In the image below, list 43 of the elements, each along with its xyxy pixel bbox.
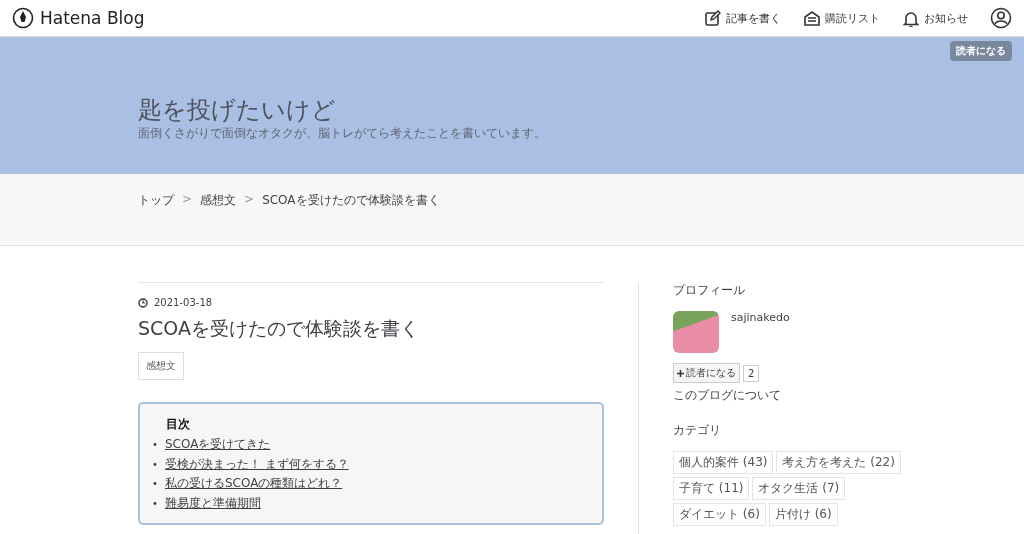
pen-nib-icon [12, 7, 34, 29]
breadcrumb-link[interactable]: 感想文 [200, 192, 237, 227]
category-link[interactable]: 子育て (11) [673, 477, 750, 500]
site-logo[interactable]: Hatena Blog [12, 7, 145, 29]
edit-icon [704, 9, 721, 27]
category-link[interactable]: 片付け (6) [768, 503, 838, 526]
user-icon[interactable] [990, 7, 1012, 29]
toc-link[interactable]: SCOAを受けてきた [164, 435, 271, 455]
inbox-icon [803, 9, 820, 27]
bullet: • [152, 438, 158, 452]
category-link[interactable]: 考え方を考えた (22) [776, 451, 901, 474]
blog-description: 面倒くさがりで面倒なオタクが、脳トレがてら考えたことを書いています。 [138, 125, 547, 142]
categories-heading: カテゴリ [673, 422, 722, 439]
category-link[interactable]: オタク生活 (7) [752, 477, 846, 500]
profile-heading: プロフィール [673, 282, 746, 299]
plus-icon [677, 369, 684, 377]
breadcrumb-link[interactable]: トップ [138, 192, 174, 227]
category-link[interactable]: ダイエット (6) [673, 503, 766, 526]
toc-link[interactable]: 私の受けるSCOAの種類はどれ？ [164, 474, 343, 494]
subscriber-count: 2 [743, 364, 760, 382]
bullet: • [152, 496, 158, 511]
username-link[interactable]: sajinakedo [731, 311, 790, 324]
toc-link[interactable]: 受検が決まった！ まず何をする？ [164, 454, 349, 474]
clock-icon [138, 297, 148, 308]
category-tag[interactable]: 感想文 [138, 352, 184, 380]
post-date: 2021-03-18 [154, 297, 213, 308]
toc-heading: 目次 [166, 416, 191, 433]
breadcrumb-link[interactable]: SCOAを受けたので体験談を書く [262, 192, 440, 227]
breadcrumb-separator: > [244, 192, 255, 208]
article-title[interactable]: SCOAを受けたので体験談を書く [138, 316, 604, 342]
nav-link[interactable]: 記事を書く [704, 9, 781, 27]
nav-link[interactable]: お知らせ [902, 9, 968, 27]
nav-link[interactable]: 購読リスト [803, 9, 880, 27]
about-blog-link[interactable]: このブログについて [673, 387, 913, 404]
blog-title[interactable]: 匙を投げたいけど [138, 95, 886, 125]
subscribe-button[interactable]: 読者になる [673, 363, 740, 383]
bullet: • [152, 457, 158, 472]
subscribe-button[interactable]: 読者になる [950, 41, 1012, 61]
bell-icon [902, 9, 919, 27]
bullet: • [152, 477, 158, 491]
breadcrumb-separator: > [182, 192, 193, 208]
category-link[interactable]: 個人的案件 (43) [673, 451, 774, 474]
toc-link[interactable]: 難易度と準備期間 [164, 493, 261, 513]
